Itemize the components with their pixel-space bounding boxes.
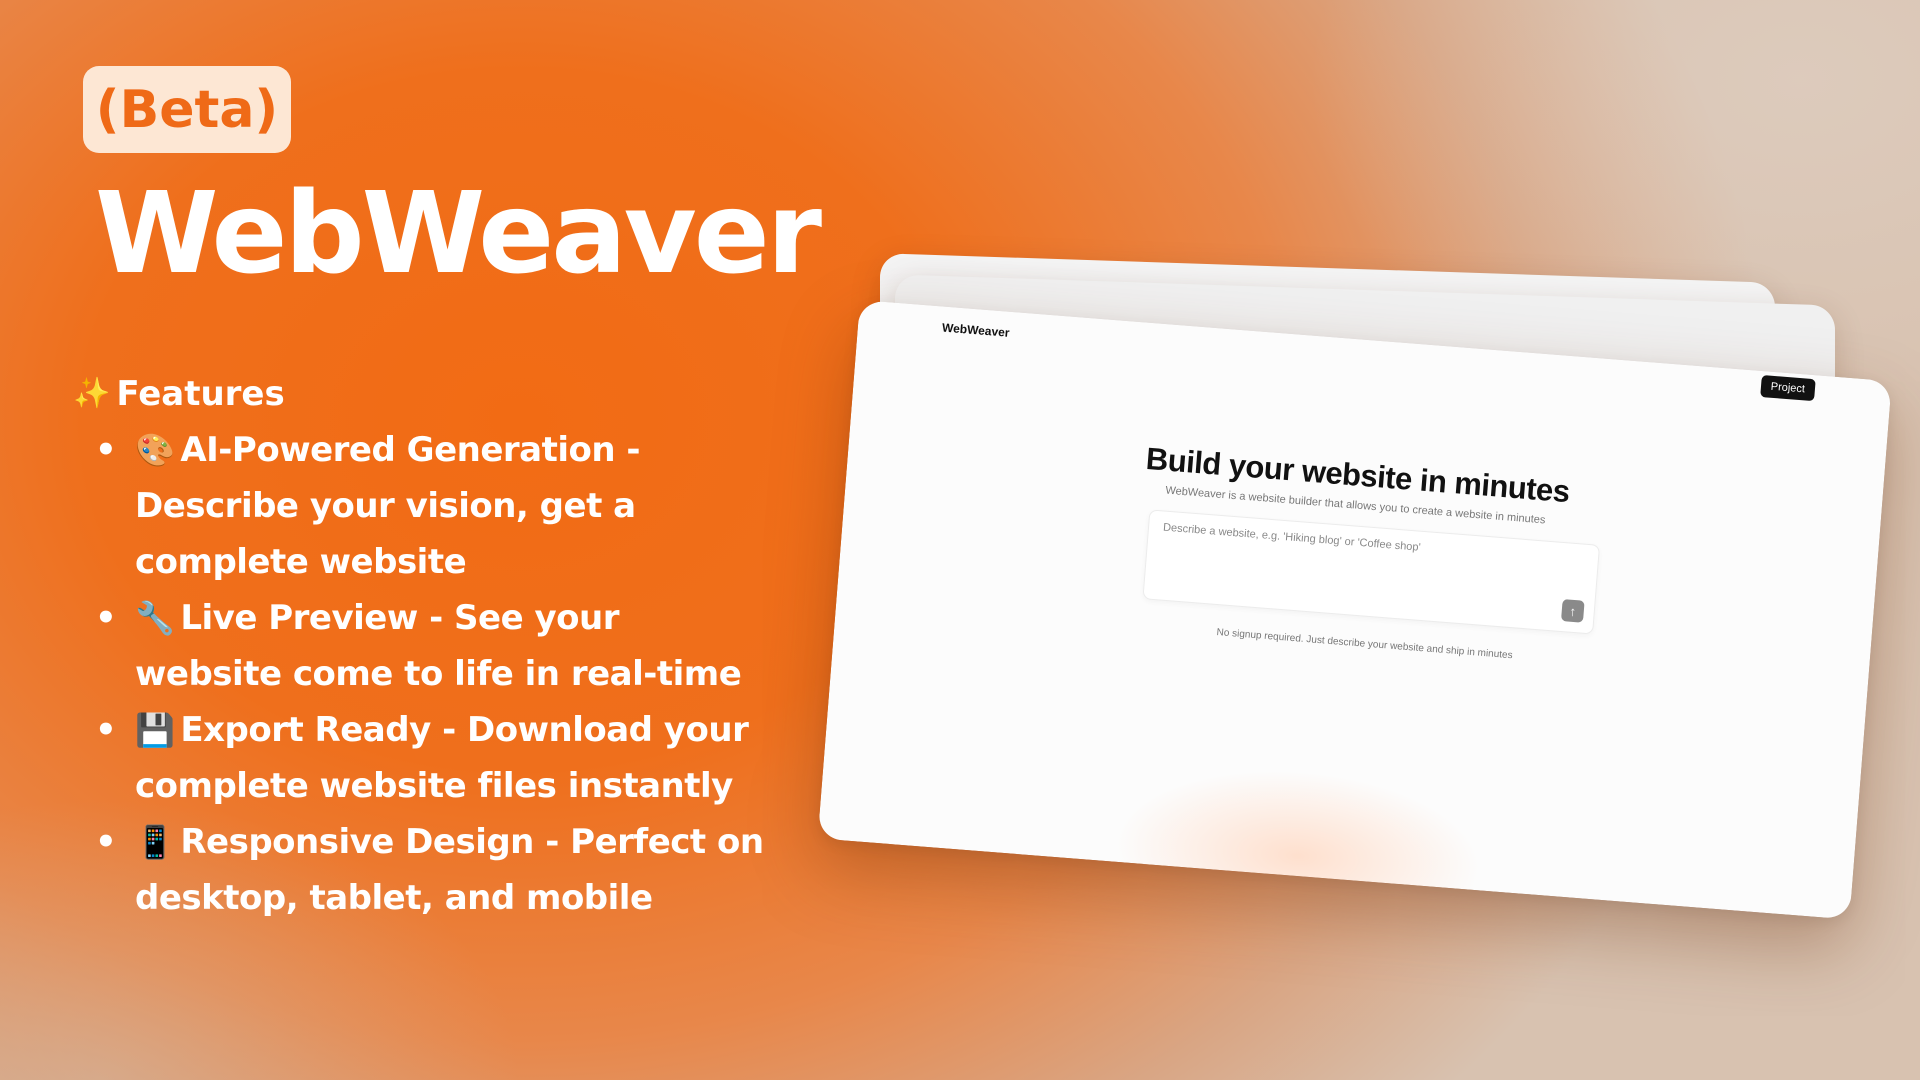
feature-text: Export Ready - Download your complete we…	[135, 710, 749, 806]
feature-item: • 🔧 Live Preview - See your website come …	[73, 590, 773, 702]
palette-icon: 🎨	[135, 431, 175, 469]
wrench-icon: 🔧	[135, 599, 175, 637]
sparkles-icon: ✨	[73, 376, 111, 411]
feature-text: AI-Powered Generation - Describe your vi…	[135, 430, 641, 582]
mockup-logo[interactable]: WebWeaver	[942, 321, 1010, 340]
beta-badge: (Beta)	[83, 66, 291, 153]
floppy-disk-icon: 💾	[135, 711, 175, 749]
prompt-input[interactable]: Describe a website, e.g. 'Hiking blog' o…	[1142, 509, 1601, 635]
feature-item: • 💾 Export Ready - Download your complete…	[73, 702, 773, 814]
feature-item: • 📱 Responsive Design - Perfect on deskto…	[73, 814, 773, 926]
bullet: •	[95, 430, 117, 470]
prompt-placeholder: Describe a website, e.g. 'Hiking blog' o…	[1162, 521, 1422, 554]
promo-banner: (Beta) WebWeaver ✨ Features • 🎨 AI-Powere…	[0, 0, 1920, 1080]
bullet: •	[95, 598, 117, 638]
feature-text: Responsive Design - Perfect on desktop, …	[135, 822, 764, 918]
feature-text: Live Preview - See your website come to …	[135, 598, 742, 694]
mockup-front-card: WebWeaver Project Build your website in …	[817, 300, 1892, 920]
feature-item: • 🎨 AI-Powered Generation - Describe your…	[73, 422, 773, 590]
features-heading: ✨ Features	[73, 366, 773, 422]
mobile-phone-icon: 📱	[135, 823, 175, 861]
send-button[interactable]: ↑	[1560, 599, 1585, 623]
project-button[interactable]: Project	[1759, 374, 1816, 402]
arrow-up-icon: ↑	[1568, 603, 1577, 619]
bullet: •	[95, 822, 117, 862]
app-title: WebWeaver	[95, 169, 822, 299]
feature-list: • 🎨 AI-Powered Generation - Describe your…	[73, 422, 773, 926]
features-heading-label: Features	[116, 374, 285, 414]
bullet: •	[95, 710, 117, 750]
features-section: ✨ Features • 🎨 AI-Powered Generation - De…	[73, 366, 773, 926]
